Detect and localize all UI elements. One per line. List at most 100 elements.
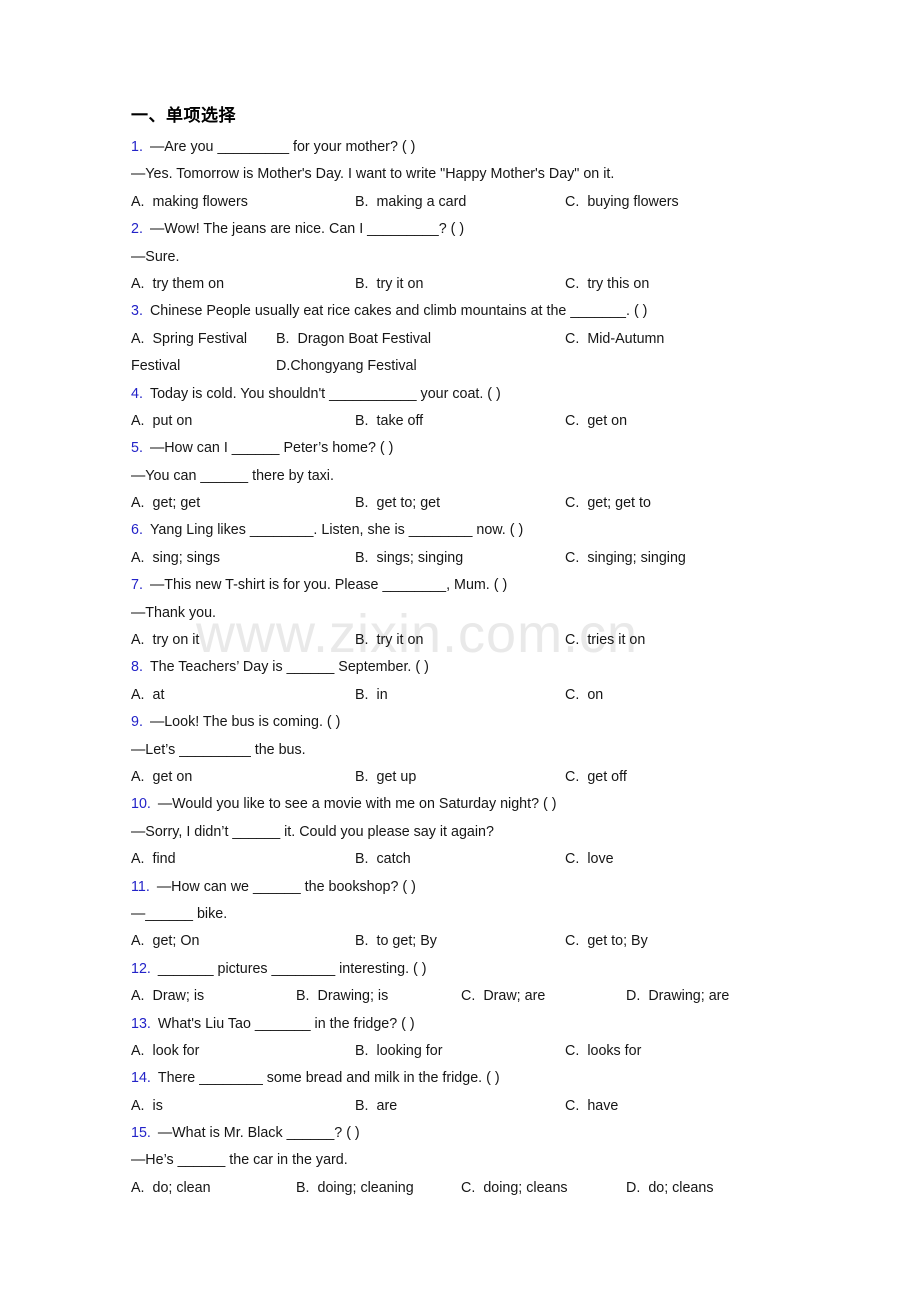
option-choice[interactable]: B. in <box>355 682 388 709</box>
option-text: on <box>587 686 604 703</box>
option-label: D. <box>276 358 291 375</box>
option-choice[interactable]: C. singing; singing <box>565 545 686 572</box>
option-label: C. <box>565 330 580 347</box>
option-text: get off <box>587 768 627 785</box>
option-label: A. <box>131 193 145 210</box>
question-number: 7. <box>131 577 143 594</box>
option-choice[interactable]: D. do; cleans <box>626 1175 714 1202</box>
option-row-wrapped: Festival D.Chongyang Festival <box>131 353 791 380</box>
option-text: Dragon Boat Festival <box>297 330 432 347</box>
option-choice[interactable]: A. Draw; is <box>131 983 204 1010</box>
question-text: —What is Mr. Black ______? ( ) <box>157 1125 360 1142</box>
option-row: A. look for B. looking for C. looks for <box>131 1038 791 1065</box>
option-choice[interactable]: A. try on it <box>131 627 199 654</box>
option-choice[interactable]: C. buying flowers <box>565 189 679 216</box>
option-choice[interactable]: C. get to; By <box>565 928 648 955</box>
option-choice[interactable]: A. get; On <box>131 928 199 955</box>
option-choice[interactable]: A. at <box>131 682 164 709</box>
option-label: B. <box>355 768 369 785</box>
question-stem: 6. Yang Ling likes ________. Listen, she … <box>131 517 791 544</box>
question-text: —How can we ______ the bookshop? ( ) <box>156 878 416 895</box>
option-choice[interactable]: C. love <box>565 846 614 873</box>
option-label: B. <box>355 686 369 703</box>
option-text: get on <box>152 768 193 785</box>
option-choice[interactable]: B. to get; By <box>355 928 437 955</box>
question-continuation: —You can ______ there by taxi. <box>131 467 334 484</box>
option-text: put on <box>152 412 193 429</box>
option-choice[interactable]: B. try it on <box>355 627 423 654</box>
option-choice[interactable]: B. looking for <box>355 1038 442 1065</box>
option-choice[interactable]: C. on <box>565 682 603 709</box>
option-choice[interactable]: B. are <box>355 1093 397 1120</box>
option-choice[interactable]: A. find <box>131 846 176 873</box>
option-choice[interactable]: A. is <box>131 1093 163 1120</box>
option-choice[interactable]: A. sing; sings <box>131 545 220 572</box>
option-choice[interactable]: B. doing; cleaning <box>296 1175 414 1202</box>
option-row: A. get on B. get up C. get off <box>131 764 791 791</box>
option-choice[interactable]: B. try it on <box>355 271 423 298</box>
question-text: Yang Ling likes ________. Listen, she is… <box>149 522 524 539</box>
option-choice[interactable]: B. sings; singing <box>355 545 463 572</box>
option-text: Mid-Autumn <box>587 330 665 347</box>
option-label: B. <box>355 632 369 649</box>
option-label: C. <box>565 412 580 429</box>
option-choice[interactable]: C. try this on <box>565 271 649 298</box>
option-text: in <box>376 686 388 703</box>
question-stem: 9. —Look! The bus is coming. ( ) <box>131 709 791 736</box>
option-choice[interactable]: A. try them on <box>131 271 224 298</box>
option-text: get on <box>587 412 628 429</box>
question-stem: 4. Today is cold. You shouldn't _________… <box>131 381 791 408</box>
option-choice[interactable]: C. Draw; are <box>461 983 545 1010</box>
option-text: catch <box>376 851 411 868</box>
question-stem: 10. —Would you like to see a movie with m… <box>131 791 791 818</box>
option-text: find <box>152 851 176 868</box>
question-number: 10. <box>131 796 151 813</box>
option-choice[interactable]: A. get on <box>131 764 192 791</box>
option-label: C. <box>565 193 580 210</box>
option-choice[interactable]: C. get off <box>565 764 627 791</box>
option-label: C. <box>565 851 580 868</box>
option-choice[interactable]: A. Spring Festival <box>131 326 247 353</box>
option-text: love <box>587 851 614 868</box>
option-text: making a card <box>376 193 467 210</box>
option-choice[interactable]: C. have <box>565 1093 618 1120</box>
option-label: A. <box>131 1179 145 1196</box>
option-choice[interactable]: C. doing; cleans <box>461 1175 568 1202</box>
option-text: get up <box>376 768 417 785</box>
option-choice[interactable]: D. Drawing; are <box>626 983 729 1010</box>
option-text: to get; By <box>376 933 437 950</box>
option-choice[interactable]: A. put on <box>131 408 192 435</box>
option-text: making flowers <box>152 193 248 210</box>
option-choice[interactable]: B. take off <box>355 408 423 435</box>
option-choice[interactable]: D.Chongyang Festival <box>276 353 417 380</box>
option-choice[interactable]: C. tries it on <box>565 627 645 654</box>
option-choice[interactable]: C. looks for <box>565 1038 641 1065</box>
option-choice[interactable]: B. catch <box>355 846 411 873</box>
option-choice[interactable]: B. get to; get <box>355 490 440 517</box>
option-choice[interactable]: A. get; get <box>131 490 200 517</box>
option-text: have <box>587 1097 619 1114</box>
option-label: C. <box>565 1042 580 1059</box>
question-number: 14. <box>131 1070 151 1087</box>
option-row: A. do; clean B. doing; cleaning C. doing; cle… <box>131 1175 791 1202</box>
option-text: get to; get <box>376 495 441 512</box>
option-choice[interactable]: C. get; get to <box>565 490 651 517</box>
option-choice[interactable]: C. Mid-Autumn <box>565 326 664 353</box>
option-label: C. <box>461 988 476 1005</box>
option-choice[interactable]: A. do; clean <box>131 1175 211 1202</box>
option-text: get to; By <box>587 933 648 950</box>
option-choice[interactable]: A. making flowers <box>131 189 248 216</box>
option-label: A. <box>131 632 145 649</box>
option-text: Draw; are <box>483 988 546 1005</box>
option-choice[interactable]: A. look for <box>131 1038 199 1065</box>
option-label: A. <box>131 330 145 347</box>
question-list: 1. —Are you _________ for your mother? ( … <box>131 134 791 1202</box>
option-choice[interactable]: B. making a card <box>355 189 466 216</box>
option-choice[interactable]: B. get up <box>355 764 416 791</box>
option-row: A. Draw; is B. Drawing; is C. Draw; are D. Draw… <box>131 983 791 1010</box>
option-choice[interactable]: B. Dragon Boat Festival <box>276 326 431 353</box>
option-choice[interactable]: B. Drawing; is <box>296 983 388 1010</box>
question-stem: 5. —How can I ______ Peter’s home? ( ) <box>131 435 791 462</box>
option-choice[interactable]: C. get on <box>565 408 627 435</box>
option-label: A. <box>131 275 145 292</box>
